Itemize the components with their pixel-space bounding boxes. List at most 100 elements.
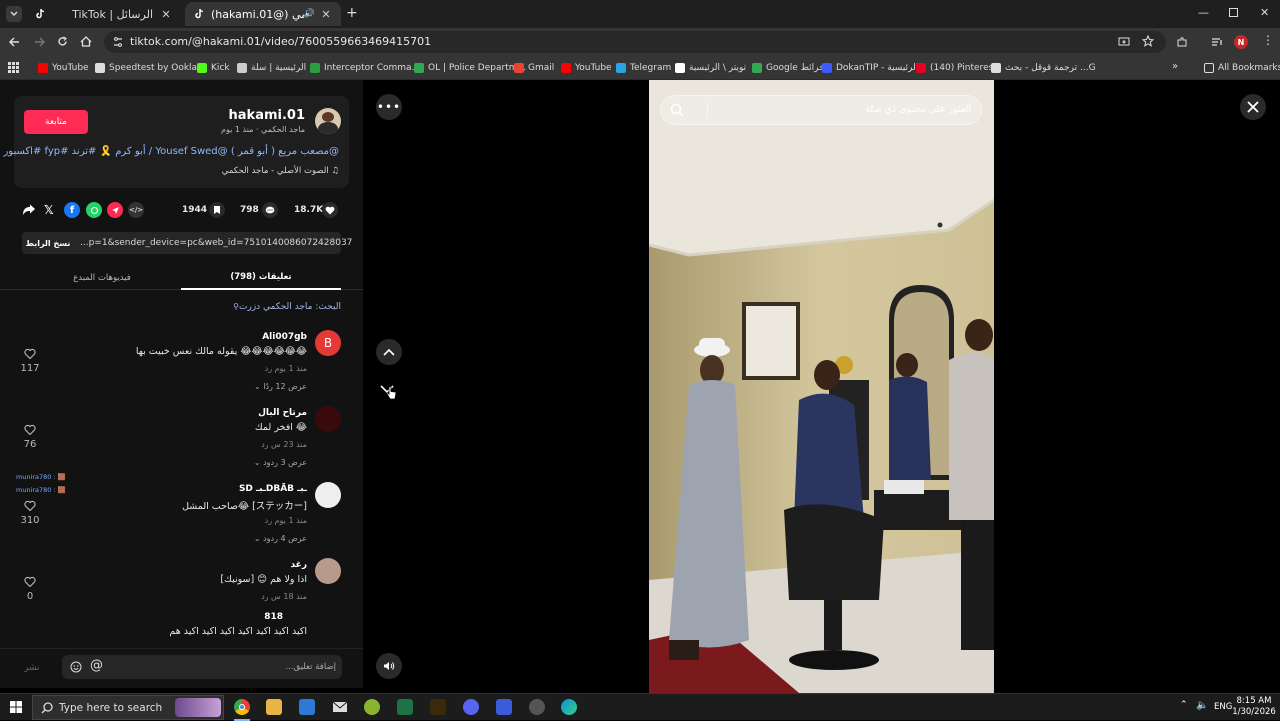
bookmark-item[interactable]: Telegram xyxy=(616,60,671,76)
home-icon[interactable] xyxy=(80,36,92,47)
video-player[interactable]: العثور على محتوى ذي صلة xyxy=(649,80,994,693)
share-link-text[interactable]: ...p=1&sender_device=pc&web_id=751014008… xyxy=(80,238,352,248)
whatsapp-icon[interactable] xyxy=(86,202,102,218)
media-controls-icon[interactable] xyxy=(1211,37,1223,47)
app-chrome-alt-icon[interactable] xyxy=(529,699,545,715)
mini-user[interactable]: munira780 : 🟫 xyxy=(16,486,66,494)
store-icon[interactable] xyxy=(299,699,315,715)
author-username[interactable]: hakami.01 xyxy=(229,108,305,123)
bookmark-item[interactable]: الرئيسية | سلة xyxy=(237,60,306,76)
restore-button[interactable] xyxy=(1229,8,1238,17)
tab-video[interactable]: (hakami.01@) ماجد الحكمي 🔊 ✕ xyxy=(185,2,341,26)
commenter-avatar[interactable] xyxy=(315,406,341,432)
all-bookmarks-folder[interactable]: All Bookmarks xyxy=(1204,60,1280,76)
tab-messages[interactable]: TikTok | الرسائل ✕ xyxy=(26,2,181,26)
comment-meta[interactable]: منذ 1 يوم رد xyxy=(265,516,307,525)
view-replies-button[interactable]: عرض 3 ردود ⌄ xyxy=(254,458,307,467)
apps-grid-icon[interactable] xyxy=(8,62,19,73)
close-video-button[interactable] xyxy=(1240,94,1266,120)
bookmark-item[interactable]: YouTube xyxy=(561,60,612,76)
back-icon[interactable] xyxy=(9,37,20,47)
related-content-search[interactable]: العثور على محتوى ذي صلة xyxy=(660,95,982,125)
view-replies-button[interactable]: عرض 4 ردود ⌄ xyxy=(254,534,307,543)
send-to-friend-icon[interactable] xyxy=(107,202,123,218)
comment-like-icon[interactable] xyxy=(24,576,36,588)
tab-creator-videos[interactable]: فيديوهات المبدع xyxy=(22,266,182,290)
mini-user[interactable]: munira780 : 🟫 xyxy=(16,473,66,481)
comment-meta[interactable]: منذ 1 يوم رد xyxy=(265,364,307,373)
related-search-link[interactable]: البحث: ماجد الحكمي دزرت⚲ xyxy=(233,302,341,312)
comment-meta[interactable]: منذ 18 س رد xyxy=(261,592,307,601)
show-hidden-icons[interactable]: ⌃ xyxy=(1180,700,1188,710)
commenter-avatar[interactable]: B xyxy=(315,330,341,356)
tab-search-button[interactable] xyxy=(6,6,22,22)
taskbar-clock[interactable]: 8:15 AM 1/30/2026 xyxy=(1232,696,1276,718)
site-settings-icon[interactable] xyxy=(112,36,124,48)
close-tab-icon[interactable]: ✕ xyxy=(319,8,333,21)
speaker-icon[interactable]: 🔊 xyxy=(304,9,315,19)
volume-button[interactable] xyxy=(376,653,402,679)
forward-icon[interactable] xyxy=(34,37,45,47)
emoji-icon[interactable] xyxy=(70,661,82,673)
file-explorer-icon[interactable] xyxy=(266,699,282,715)
comment-input[interactable]: @ إضافة تعليق... xyxy=(62,655,342,679)
bookmark-star-icon[interactable] xyxy=(1142,35,1154,47)
bookmark-item[interactable]: Google خرائط xyxy=(752,60,825,76)
mail-icon[interactable] xyxy=(332,699,348,715)
taskbar-search[interactable]: Type here to search xyxy=(32,695,224,720)
bookmark-item[interactable]: (140) Pinterest xyxy=(916,60,997,76)
caption-mentions[interactable]: @مصعب مريع ( أبو قمر ) @Yousef Swed / أب… xyxy=(100,146,339,157)
install-app-icon[interactable] xyxy=(1118,36,1130,48)
bookmark-item[interactable]: Interceptor Comma... xyxy=(310,60,420,76)
copy-link-button[interactable]: نسخ الرابط xyxy=(22,232,74,254)
more-bookmarks-icon[interactable]: » xyxy=(1172,61,1178,72)
address-bar[interactable]: tiktok.com/@hakami.01/video/760055966346… xyxy=(104,31,1166,53)
bookmark-item[interactable]: Kick xyxy=(197,60,230,76)
input-language[interactable]: ENG xyxy=(1214,702,1232,712)
edge-icon[interactable] xyxy=(561,699,577,715)
reload-icon[interactable] xyxy=(57,36,68,47)
bookmark-item[interactable]: ترجمة قوقل - بحث ...G xyxy=(991,60,1096,76)
commenter-name[interactable]: SD ـبـDBĀB ـبـ xyxy=(239,484,307,494)
previous-video-button[interactable] xyxy=(376,339,402,365)
share-icon[interactable] xyxy=(22,204,36,216)
app-gold-icon[interactable] xyxy=(430,699,446,715)
tab-comments[interactable]: تعليقات (798) xyxy=(181,266,341,290)
speaker-icon[interactable]: 🔈 xyxy=(1196,700,1208,711)
close-window-button[interactable]: ✕ xyxy=(1260,6,1269,19)
bookmark-item[interactable]: تويتر \ الرئيسية xyxy=(675,60,746,76)
bookmark-item[interactable]: Gmail xyxy=(514,60,554,76)
bookmark-item[interactable]: YouTube xyxy=(38,60,89,76)
follow-button[interactable]: متابعة xyxy=(24,110,88,134)
bookmark-icon[interactable] xyxy=(209,202,225,218)
commenter-name[interactable]: 818 xyxy=(264,612,283,622)
app-blue-icon[interactable] xyxy=(496,699,512,715)
like-heart-icon[interactable] xyxy=(322,202,338,218)
close-tab-icon[interactable]: ✕ xyxy=(159,8,173,21)
bookmark-item[interactable]: OL | Police Departm... xyxy=(414,60,526,76)
commenter-name[interactable]: مرتاح البال xyxy=(258,408,307,418)
commenter-name[interactable]: Ali007gb xyxy=(262,332,307,342)
x-share-icon[interactable]: 𝕏 xyxy=(44,203,54,217)
more-options-button[interactable]: ••• xyxy=(376,94,402,120)
bookmark-item[interactable]: DokanTIP - الرئيسية xyxy=(822,60,918,76)
app-green-icon[interactable] xyxy=(364,699,380,715)
commenter-name[interactable]: رغد xyxy=(290,560,307,570)
bookmark-item[interactable]: Speedtest by Ookla... xyxy=(95,60,206,76)
commenter-avatar[interactable] xyxy=(315,558,341,584)
mention-icon[interactable]: @ xyxy=(90,658,103,673)
sound-link[interactable]: ♫ الصوت الأصلي - ماجد الحكمي xyxy=(222,166,339,176)
caption-hashtags[interactable]: #ترند #fyp #اكسبور xyxy=(3,146,96,157)
comment-like-icon[interactable] xyxy=(24,348,36,360)
facebook-icon[interactable]: f xyxy=(64,202,80,218)
extensions-icon[interactable] xyxy=(1176,36,1188,48)
discord-icon[interactable] xyxy=(463,699,479,715)
comment-icon[interactable] xyxy=(262,202,278,218)
profile-avatar[interactable]: N xyxy=(1234,35,1248,49)
menu-icon[interactable]: ⋮ xyxy=(1262,33,1274,47)
comment-like-icon[interactable] xyxy=(24,424,36,436)
excel-icon[interactable] xyxy=(397,699,413,715)
new-tab-button[interactable]: + xyxy=(346,5,358,21)
minimize-button[interactable]: — xyxy=(1198,6,1209,19)
view-replies-button[interactable]: عرض 12 ردًا ⌄ xyxy=(254,382,307,391)
